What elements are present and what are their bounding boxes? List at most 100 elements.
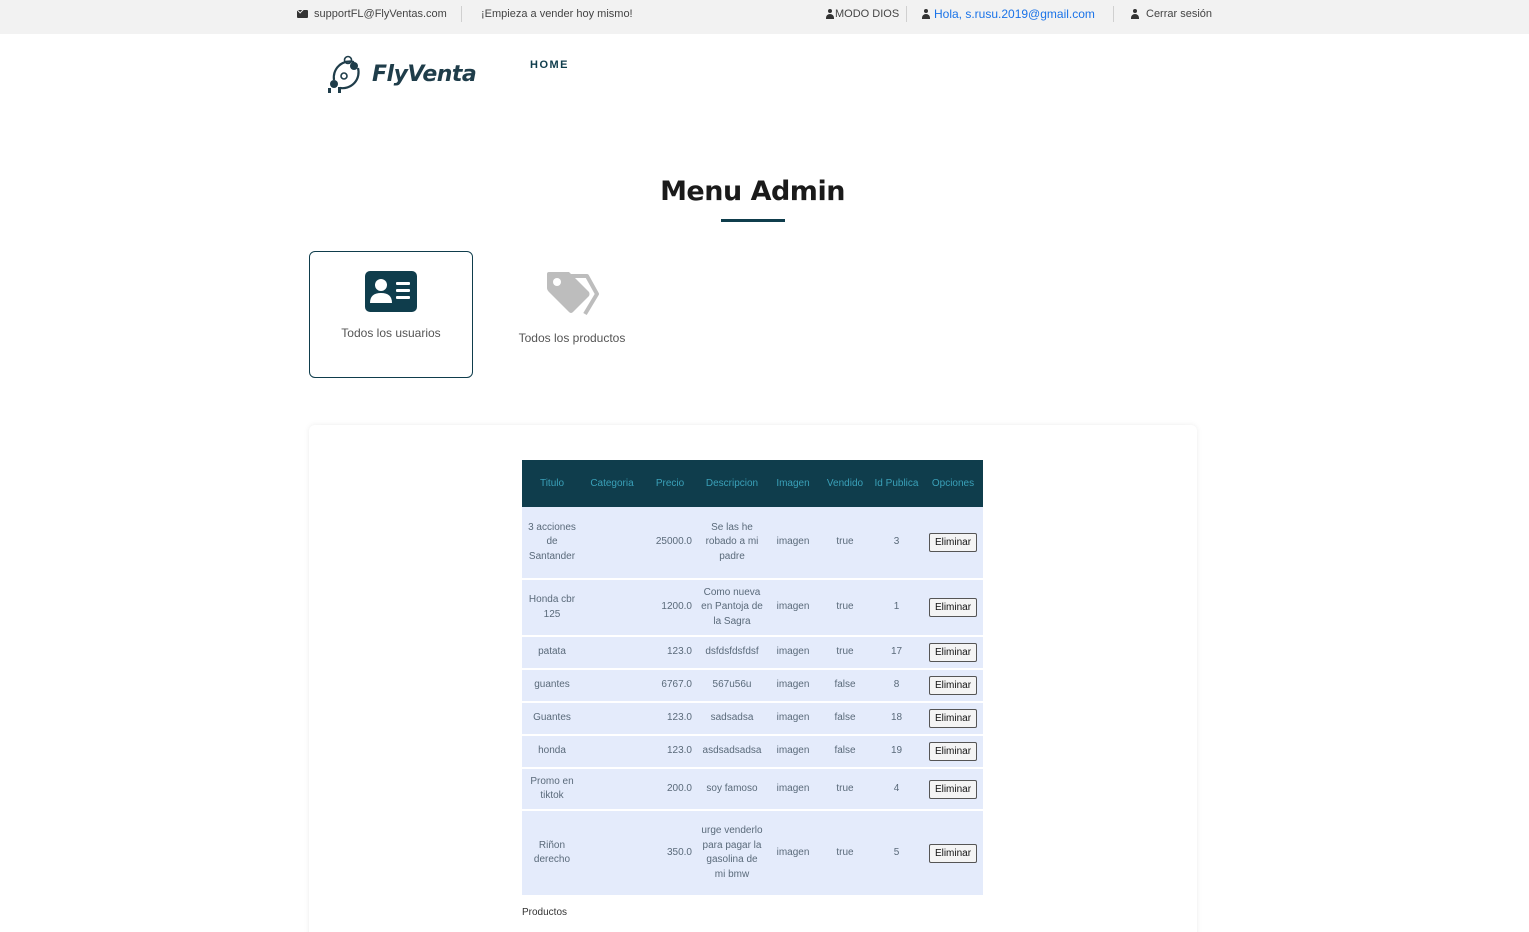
column-header[interactable]: Vendido bbox=[820, 460, 870, 507]
delete-button[interactable]: Eliminar bbox=[928, 709, 978, 728]
table-row: Promo en tiktok 200.0 soy famoso imagen … bbox=[522, 768, 983, 811]
cell-precio: 123.0 bbox=[642, 702, 698, 736]
logout-text: Cerrar sesión bbox=[1146, 8, 1213, 20]
delete-button[interactable]: Eliminar bbox=[928, 533, 978, 552]
cell-vendido: false bbox=[820, 669, 870, 703]
user-icon bbox=[826, 9, 834, 19]
cell-opciones: Eliminar bbox=[923, 669, 983, 703]
cell-id: 8 bbox=[870, 669, 923, 703]
cell-opciones: Eliminar bbox=[923, 507, 983, 580]
column-header[interactable]: Imagen bbox=[766, 460, 820, 507]
table-caption: Productos bbox=[522, 907, 568, 918]
cell-opciones: Eliminar bbox=[923, 702, 983, 736]
cell-precio: 123.0 bbox=[642, 636, 698, 670]
god-mode-link[interactable]: MODO DIOS bbox=[826, 0, 899, 28]
cell-imagen: imagen bbox=[766, 810, 820, 897]
flyventa-logo-icon bbox=[328, 55, 360, 93]
table-row: honda 123.0 asdsadsadsa imagen false 19 … bbox=[522, 735, 983, 769]
table-row: Honda cbr 125 1200.0 Como nueva en Panto… bbox=[522, 579, 983, 637]
cell-imagen: imagen bbox=[766, 735, 820, 769]
tags-icon bbox=[547, 272, 599, 316]
support-email[interactable]: supportFL@FlyVentas.com bbox=[297, 0, 447, 28]
user-icon bbox=[1131, 9, 1139, 19]
column-header[interactable]: Opciones bbox=[923, 460, 983, 507]
cell-precio: 25000.0 bbox=[642, 507, 698, 580]
brand-name: FlyVenta bbox=[372, 61, 477, 87]
card-all-products-label: Todos los productos bbox=[518, 331, 626, 345]
delete-button[interactable]: Eliminar bbox=[928, 843, 978, 863]
id-card-icon bbox=[365, 271, 417, 312]
cell-vendido: true bbox=[820, 810, 870, 897]
cell-vendido: true bbox=[820, 507, 870, 580]
column-header[interactable]: Categoria bbox=[582, 460, 642, 507]
cell-descripcion: soy famoso bbox=[698, 768, 766, 811]
user-greeting-link[interactable]: Hola, s.rusu.2019@gmail.com bbox=[922, 0, 1095, 28]
cell-descripcion: Se las he robado a mi padre bbox=[698, 507, 766, 580]
cell-opciones: Eliminar bbox=[923, 768, 983, 811]
top-bar: supportFL@FlyVentas.com ¡Empieza a vende… bbox=[0, 0, 1529, 34]
column-header[interactable]: Precio bbox=[642, 460, 698, 507]
table-row: patata 123.0 dsfdsfdsfdsf imagen true 17… bbox=[522, 636, 983, 670]
cell-titulo: patata bbox=[522, 636, 582, 670]
cell-categoria bbox=[582, 702, 642, 736]
card-all-users[interactable]: Todos los usuarios bbox=[309, 251, 473, 378]
logout-link[interactable]: Cerrar sesión bbox=[1131, 0, 1212, 28]
delete-button[interactable]: Eliminar bbox=[928, 643, 978, 662]
topbar-divider bbox=[906, 6, 907, 22]
cell-categoria bbox=[582, 507, 642, 580]
cell-descripcion: sadsadsa bbox=[698, 702, 766, 736]
table-header-row: Titulo Categoria Precio Descripcion Imag… bbox=[522, 460, 983, 507]
nav-home-link[interactable]: HOME bbox=[530, 59, 569, 71]
cell-categoria bbox=[582, 636, 642, 670]
delete-button[interactable]: Eliminar bbox=[928, 779, 978, 799]
cell-precio: 1200.0 bbox=[642, 579, 698, 637]
cell-titulo: 3 acciones de Santander bbox=[522, 507, 582, 580]
delete-button[interactable]: Eliminar bbox=[928, 742, 978, 761]
cell-vendido: false bbox=[820, 702, 870, 736]
slogan: ¡Empieza a vender hoy mismo! bbox=[481, 8, 633, 20]
delete-button[interactable]: Eliminar bbox=[928, 598, 978, 617]
title-underline bbox=[721, 219, 785, 222]
cell-id: 1 bbox=[870, 579, 923, 637]
products-table: Titulo Categoria Precio Descripcion Imag… bbox=[522, 460, 983, 897]
cell-imagen: imagen bbox=[766, 579, 820, 637]
cell-categoria bbox=[582, 669, 642, 703]
cell-opciones: Eliminar bbox=[923, 579, 983, 637]
cell-vendido: true bbox=[820, 768, 870, 811]
cell-titulo: Honda cbr 125 bbox=[522, 579, 582, 637]
column-header[interactable]: Descripcion bbox=[698, 460, 766, 507]
cell-descripcion: asdsadsadsa bbox=[698, 735, 766, 769]
cell-id: 17 bbox=[870, 636, 923, 670]
cell-titulo: honda bbox=[522, 735, 582, 769]
column-header[interactable]: Titulo bbox=[522, 460, 582, 507]
cell-id: 18 bbox=[870, 702, 923, 736]
cell-imagen: imagen bbox=[766, 507, 820, 580]
cell-titulo: guantes bbox=[522, 669, 582, 703]
cell-opciones: Eliminar bbox=[923, 810, 983, 897]
cell-categoria bbox=[582, 768, 642, 811]
cell-descripcion: Como nueva en Pantoja de la Sagra bbox=[698, 579, 766, 637]
cell-imagen: imagen bbox=[766, 702, 820, 736]
topbar-divider bbox=[1113, 6, 1114, 22]
cell-vendido: true bbox=[820, 636, 870, 670]
cell-vendido: true bbox=[820, 579, 870, 637]
column-header[interactable]: Id Publica bbox=[870, 460, 923, 507]
cell-precio: 123.0 bbox=[642, 735, 698, 769]
cell-opciones: Eliminar bbox=[923, 735, 983, 769]
cell-id: 3 bbox=[870, 507, 923, 580]
cell-vendido: false bbox=[820, 735, 870, 769]
cell-opciones: Eliminar bbox=[923, 636, 983, 670]
site-logo[interactable]: FlyVenta bbox=[324, 54, 477, 94]
user-greeting-text: Hola, s.rusu.2019@gmail.com bbox=[934, 7, 1095, 21]
cell-categoria bbox=[582, 810, 642, 897]
cell-precio: 350.0 bbox=[642, 810, 698, 897]
table-row: guantes 6767.0 567u56u imagen false 8 El… bbox=[522, 669, 983, 703]
card-all-products[interactable]: Todos los productos bbox=[497, 251, 647, 378]
user-icon bbox=[922, 9, 930, 19]
topbar-divider bbox=[461, 6, 462, 22]
cell-descripcion: 567u56u bbox=[698, 669, 766, 703]
delete-button[interactable]: Eliminar bbox=[928, 676, 978, 695]
cell-id: 19 bbox=[870, 735, 923, 769]
cell-imagen: imagen bbox=[766, 669, 820, 703]
cell-descripcion: urge venderlo para pagar la gasolina de … bbox=[698, 810, 766, 897]
